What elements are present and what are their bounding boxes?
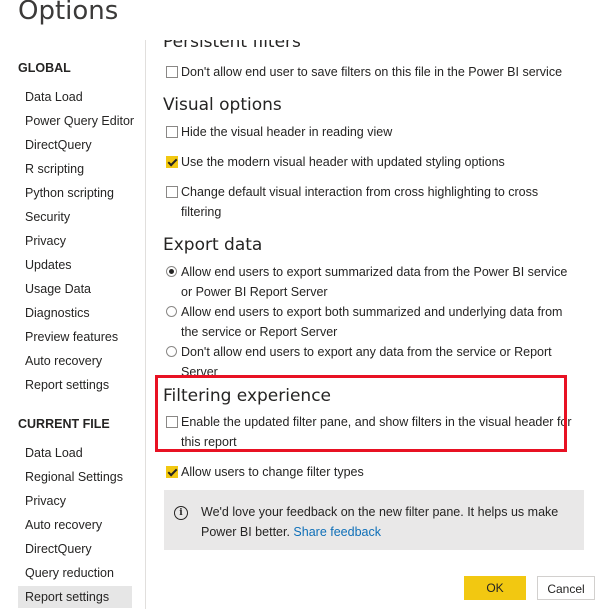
nav-item-data-load[interactable]: Data Load bbox=[18, 86, 132, 108]
nav-item-security[interactable]: Security bbox=[18, 206, 132, 228]
radio-export-none[interactable] bbox=[166, 346, 177, 357]
feedback-text: We'd love your feedback on the new filte… bbox=[201, 502, 571, 542]
feedback-info-box: i We'd love your feedback on the new fil… bbox=[164, 490, 584, 550]
nav-item-auto-recovery[interactable]: Auto recovery bbox=[18, 350, 132, 372]
highlight-box bbox=[155, 375, 567, 452]
checkbox-modern-visual-header[interactable] bbox=[166, 156, 178, 168]
nav-item-cf-directquery[interactable]: DirectQuery bbox=[18, 538, 132, 560]
window-title: Options bbox=[18, 0, 119, 26]
info-icon: i bbox=[174, 506, 188, 520]
label-export-summarized: Allow end users to export summarized dat… bbox=[181, 265, 568, 299]
nav-heading-global: GLOBAL bbox=[18, 61, 71, 75]
heading-export-data: Export data bbox=[163, 235, 263, 255]
nav-item-diagnostics[interactable]: Diagnostics bbox=[18, 302, 132, 324]
nav-item-updates[interactable]: Updates bbox=[18, 254, 132, 276]
nav-item-preview-features[interactable]: Preview features bbox=[18, 326, 132, 348]
checkbox-persistent-filters[interactable] bbox=[166, 66, 178, 78]
label-persistent-filters: Don't allow end user to save filters on … bbox=[181, 65, 563, 79]
settings-panel[interactable]: Persistent filters Don't allow end user … bbox=[146, 40, 595, 555]
nav-heading-current-file: CURRENT FILE bbox=[18, 417, 110, 431]
heading-persistent-filters: Persistent filters bbox=[163, 40, 301, 52]
checkbox-hide-visual-header[interactable] bbox=[166, 126, 178, 138]
nav-item-python-scripting[interactable]: Python scripting bbox=[18, 182, 132, 204]
nav-item-cf-auto-recovery[interactable]: Auto recovery bbox=[18, 514, 132, 536]
nav-item-cf-privacy[interactable]: Privacy bbox=[18, 490, 132, 512]
nav-item-power-query-editor[interactable]: Power Query Editor bbox=[18, 110, 134, 132]
nav-item-cf-report-settings[interactable]: Report settings bbox=[18, 586, 132, 608]
nav-item-cf-data-load[interactable]: Data Load bbox=[18, 442, 132, 464]
share-feedback-link[interactable]: Share feedback bbox=[293, 525, 381, 539]
nav-item-cf-query-reduction[interactable]: Query reduction bbox=[18, 562, 132, 584]
radio-export-underlying[interactable] bbox=[166, 306, 177, 317]
heading-visual-options: Visual options bbox=[163, 95, 282, 115]
nav-item-directquery[interactable]: DirectQuery bbox=[18, 134, 132, 156]
nav-item-usage-data[interactable]: Usage Data bbox=[18, 278, 132, 300]
nav-item-privacy[interactable]: Privacy bbox=[18, 230, 132, 252]
nav-item-cf-regional-settings[interactable]: Regional Settings bbox=[18, 466, 132, 488]
label-modern-visual-header: Use the modern visual header with update… bbox=[181, 155, 505, 169]
radio-export-summarized[interactable] bbox=[166, 266, 177, 277]
label-export-underlying: Allow end users to export both summarize… bbox=[181, 305, 563, 339]
label-hide-visual-header: Hide the visual header in reading view bbox=[181, 125, 393, 139]
label-change-filter-types: Allow users to change filter types bbox=[181, 465, 364, 479]
label-cross-filtering: Change default visual interaction from c… bbox=[181, 185, 539, 219]
checkbox-cross-filtering[interactable] bbox=[166, 186, 178, 198]
ok-button[interactable]: OK bbox=[464, 576, 526, 600]
cancel-button[interactable]: Cancel bbox=[537, 576, 595, 600]
nav-item-r-scripting[interactable]: R scripting bbox=[18, 158, 132, 180]
checkbox-change-filter-types[interactable] bbox=[166, 466, 178, 478]
nav-item-report-settings-global[interactable]: Report settings bbox=[18, 374, 132, 396]
